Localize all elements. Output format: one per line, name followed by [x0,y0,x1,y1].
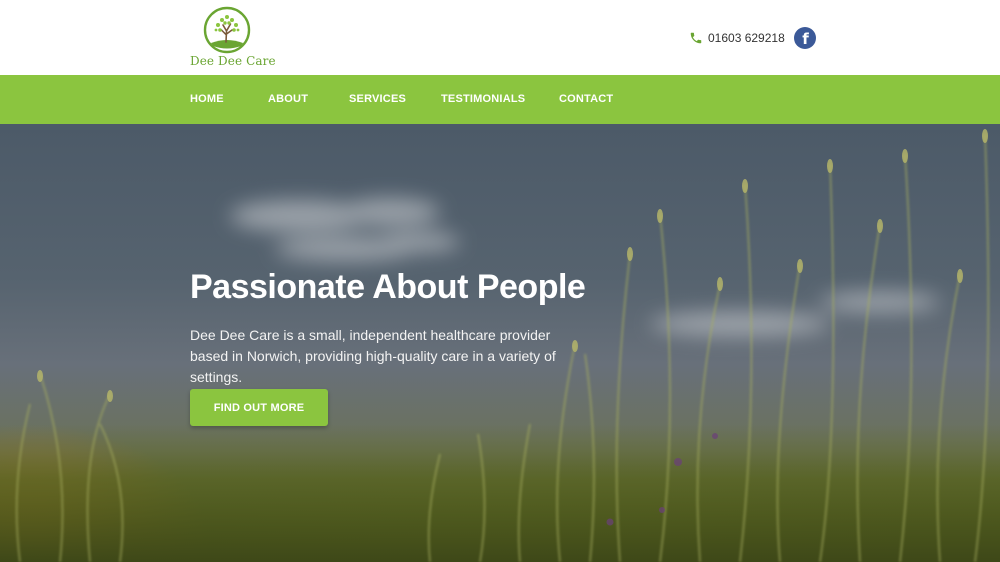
facebook-link[interactable]: f [794,27,816,49]
brand-name: Dee Dee Care [190,54,276,68]
nav-item-testimonials[interactable]: TESTIMONIALS [441,75,525,124]
logo-link[interactable]: Dee Dee Care [190,6,276,70]
nav-item-services[interactable]: SERVICES [349,75,406,124]
main-nav: HOME ABOUT SERVICES TESTIMONIALS CONTACT [0,75,1000,124]
page: Dee Dee Care 01603 629218 f HOME ABOUT S… [0,0,1000,562]
phone-number: 01603 629218 [708,31,785,45]
tree-icon [203,6,251,54]
phone-icon [690,32,702,44]
nav-item-about[interactable]: ABOUT [268,75,308,124]
hero-title: Passionate About People [190,268,586,306]
nav-item-home[interactable]: HOME [190,75,224,124]
find-out-more-button[interactable]: FIND OUT MORE [190,389,328,426]
phone-link[interactable]: 01603 629218 [689,28,785,48]
facebook-icon: f [802,29,809,48]
site-header: Dee Dee Care 01603 629218 f [0,0,1000,75]
hero-section: Passionate About People Dee Dee Care is … [0,124,1000,562]
nav-item-contact[interactable]: CONTACT [559,75,613,124]
hero-description: Dee Dee Care is a small, independent hea… [190,327,556,385]
